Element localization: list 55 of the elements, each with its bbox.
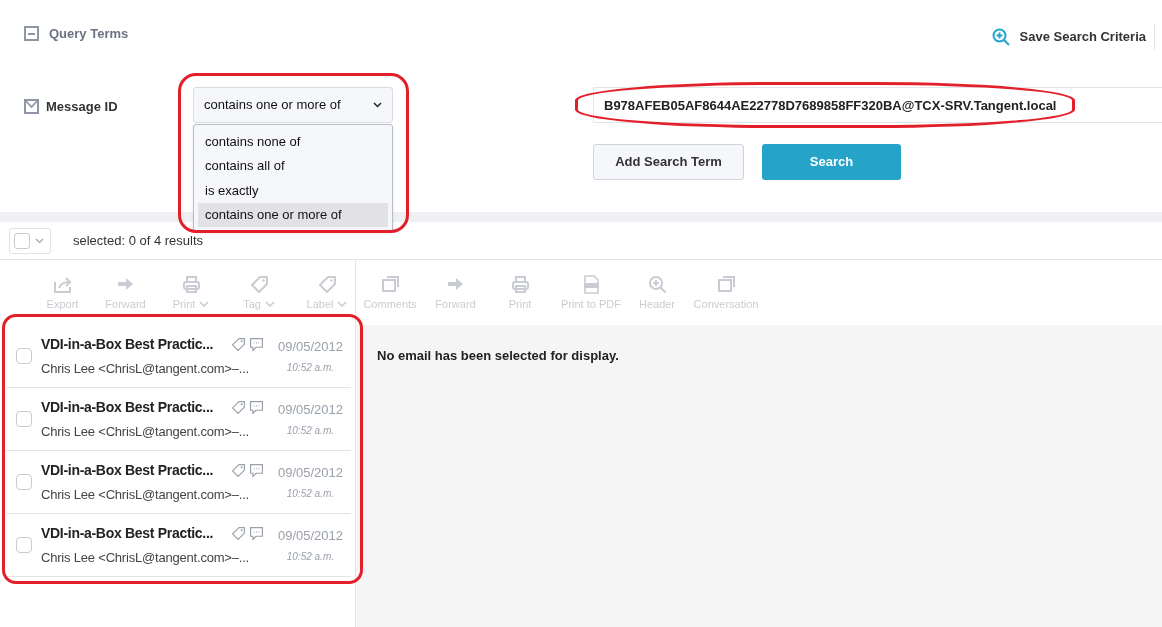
document-icon (581, 274, 601, 294)
tag-icon (231, 336, 246, 352)
email-subject: VDI-in-a-Box Best Practic... (41, 460, 215, 480)
email-sender: Chris Lee <ChrisL@tangent.com>–... (41, 422, 250, 441)
comment-icon (249, 399, 264, 415)
email-time: 10:52 a.m. (286, 361, 335, 376)
section-title: Query Terms (49, 25, 129, 43)
tag-icon (231, 525, 246, 541)
email-time: 10:52 a.m. (286, 424, 335, 439)
printer-icon (181, 274, 201, 294)
field-label: Message ID (46, 98, 118, 116)
comments-icon (716, 274, 736, 294)
save-search-link[interactable]: Save Search Criteria (1019, 27, 1146, 47)
email-date: 09/05/2012 (277, 400, 343, 419)
add-term-button[interactable]: Add Search Term (593, 144, 744, 180)
export-icon (53, 274, 72, 294)
checkbox[interactable] (16, 411, 32, 427)
comment-icon (249, 336, 264, 352)
selection-count: selected: 0 of 4 results (73, 231, 204, 250)
select-all-dropdown[interactable] (9, 227, 51, 254)
collapse-toggle[interactable] (24, 26, 39, 42)
empty-message: No email has been selected for display. (377, 347, 620, 365)
tag-icon (317, 274, 337, 294)
comment-icon (249, 462, 264, 478)
dropdown-option[interactable]: contains none of (198, 129, 388, 154)
email-sender: Chris Lee <ChrisL@tangent.com>–... (41, 359, 250, 378)
email-date: 09/05/2012 (277, 526, 343, 545)
checkbox[interactable] (16, 348, 32, 364)
email-sender: Chris Lee <ChrisL@tangent.com>–... (41, 548, 250, 567)
email-subject: VDI-in-a-Box Best Practic... (41, 334, 215, 354)
zoom-in-icon (647, 274, 667, 294)
checkbox[interactable] (16, 537, 32, 553)
search-term-input[interactable]: B978AFEB05AF8644AE22778D7689858FF320BA@TCX-SRV.Tangent.local (593, 87, 1162, 123)
checkbox[interactable] (16, 474, 32, 490)
email-subject: VDI-in-a-Box Best Practic... (41, 523, 215, 543)
operator-dropdown[interactable]: contains one or more of (193, 87, 393, 123)
tag-icon (231, 462, 246, 478)
zoom-in-icon (991, 28, 1010, 46)
checkbox[interactable] (24, 99, 39, 115)
email-date: 09/05/2012 (277, 463, 343, 482)
chevron-down-icon (35, 237, 44, 244)
dropdown-option[interactable]: contains one or more of (198, 202, 388, 227)
email-time: 10:52 a.m. (286, 487, 335, 502)
email-sender: Chris Lee <ChrisL@tangent.com>–... (41, 485, 250, 504)
chevron-down-icon (373, 102, 382, 108)
comment-icon (249, 525, 264, 541)
email-subject: VDI-in-a-Box Best Practic... (41, 397, 215, 417)
tag-icon (231, 399, 246, 415)
email-date: 09/05/2012 (277, 337, 343, 356)
printer-icon (510, 274, 530, 294)
tag-icon (249, 274, 269, 294)
dropdown-option[interactable]: is exactly (198, 178, 388, 203)
dropdown-option[interactable]: contains all of (198, 153, 388, 178)
comments-icon (380, 274, 400, 294)
email-time: 10:52 a.m. (286, 550, 335, 565)
